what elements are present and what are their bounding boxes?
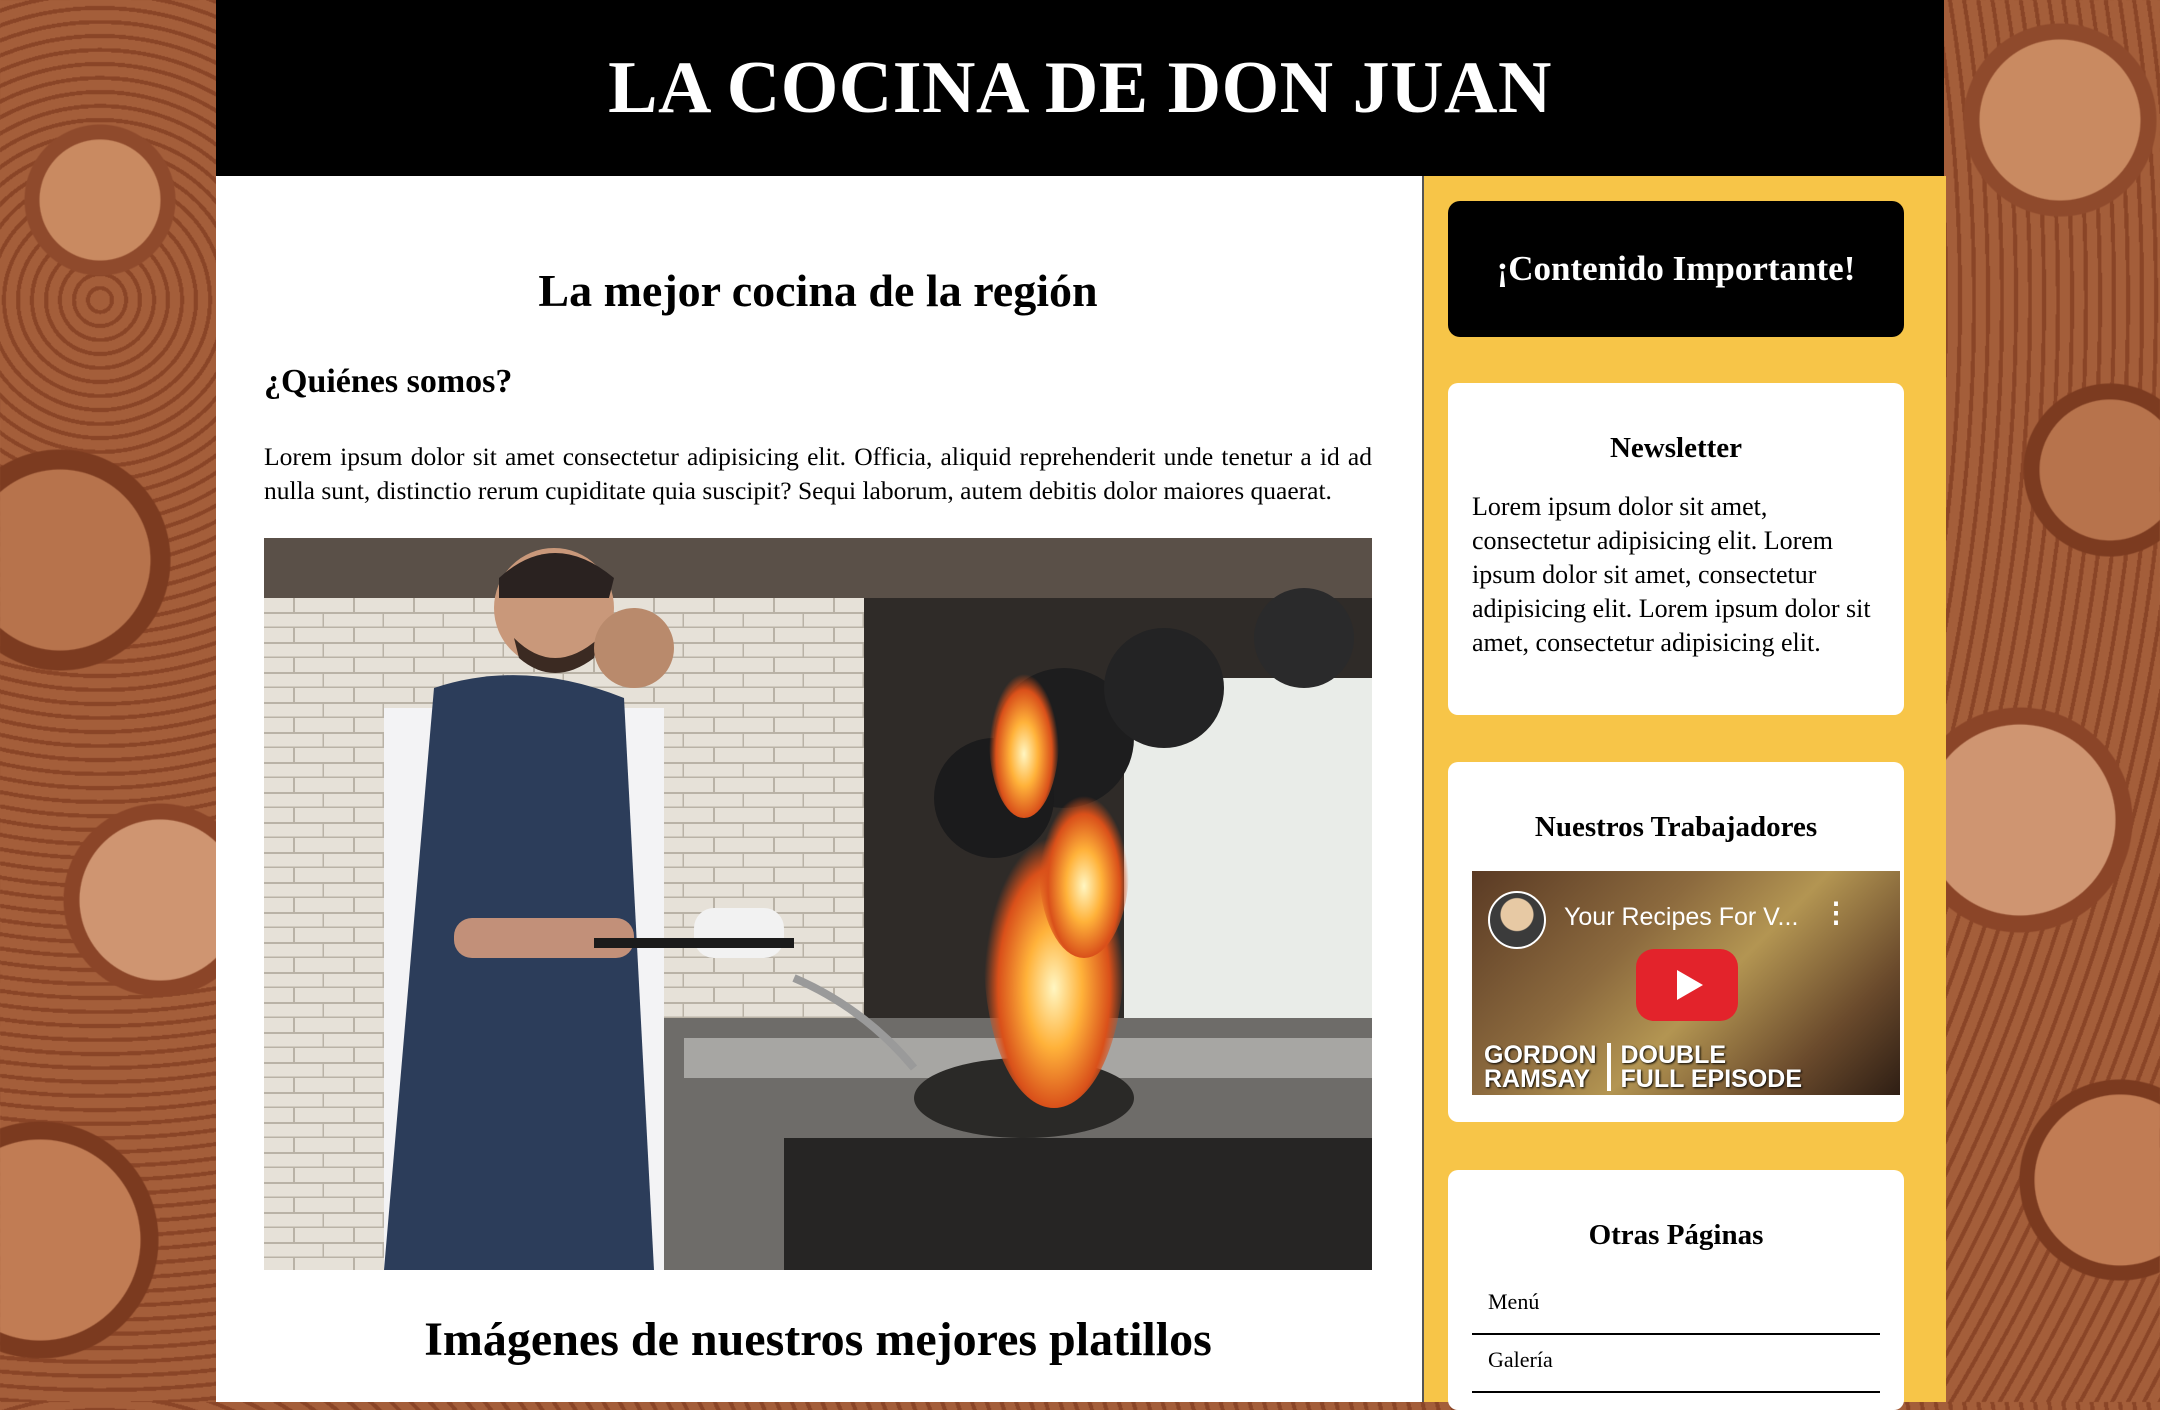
- play-icon: [1677, 969, 1703, 1000]
- link-gallery[interactable]: Galería: [1472, 1335, 1880, 1393]
- youtube-video-embed[interactable]: Your Recipes For V... ⋮ GORDON RAMSAY DO…: [1472, 870, 1900, 1095]
- play-button[interactable]: [1636, 948, 1738, 1021]
- brand-divider: [1606, 1042, 1611, 1091]
- newsletter-text: Lorem ipsum dolor sit amet, consectetur …: [1472, 491, 1871, 657]
- main-content: La mejor cocina de la región ¿Quiénes so…: [264, 176, 1372, 1367]
- important-content-banner: ¡Contenido Importante!: [1448, 201, 1904, 337]
- other-pages-card: Otras Páginas Menú Galería: [1448, 1170, 1904, 1410]
- other-pages-list: Menú Galería: [1472, 1277, 1880, 1393]
- main-heading: La mejor cocina de la región: [538, 265, 1098, 316]
- channel-avatar[interactable]: [1488, 890, 1546, 949]
- chef-photo-illustration: [264, 537, 1372, 1270]
- video-menu-icon[interactable]: ⋮: [1822, 898, 1850, 927]
- newsletter-title: Newsletter: [1609, 432, 1743, 464]
- page-container: LA COCINA DE DON JUAN La mejor cocina de…: [216, 0, 1946, 1410]
- gallery-heading: Imágenes de nuestros mejores platillos: [424, 1312, 1212, 1366]
- about-heading: ¿Quiénes somos?: [264, 362, 513, 400]
- other-pages-title: Otras Páginas: [1588, 1219, 1764, 1251]
- brand-line: FULL EPISODE: [1620, 1064, 1803, 1093]
- important-content-label: ¡Contenido Importante!: [1496, 249, 1856, 288]
- workers-title: Nuestros Trabajadores: [1534, 811, 1818, 843]
- video-thumbnail-text: GORDON RAMSAY DOUBLE FULL EPISODE: [1484, 1040, 1803, 1093]
- chef-cooking-image: [264, 537, 1372, 1270]
- brand-line: RAMSAY: [1484, 1064, 1591, 1093]
- about-paragraph: Lorem ipsum dolor sit amet consectetur a…: [264, 441, 1372, 505]
- site-title: LA COCINA DE DON JUAN: [608, 46, 1552, 129]
- site-header: LA COCINA DE DON JUAN: [216, 0, 1944, 176]
- sidebar: ¡Contenido Importante! Newsletter Lorem …: [1422, 176, 1946, 1410]
- brand-line: GORDON: [1484, 1040, 1597, 1069]
- video-title[interactable]: Your Recipes For V...: [1564, 903, 1798, 932]
- link-menu[interactable]: Menú: [1472, 1277, 1880, 1335]
- brand-line: DOUBLE: [1620, 1040, 1727, 1069]
- workers-card: Nuestros Trabajadores Your Recipes For V…: [1448, 762, 1904, 1122]
- newsletter-card: Newsletter Lorem ipsum dolor sit amet, c…: [1448, 383, 1904, 715]
